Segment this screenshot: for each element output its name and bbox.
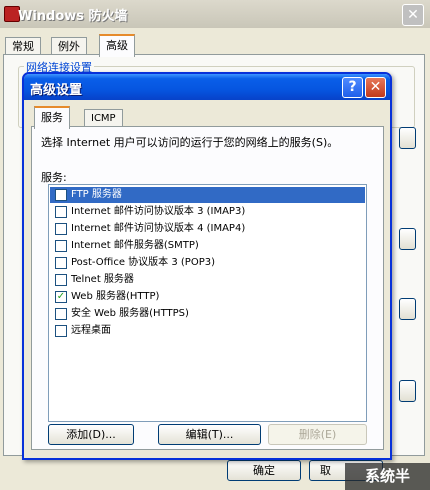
service-checkbox[interactable] bbox=[55, 257, 67, 269]
service-checkbox[interactable] bbox=[55, 206, 67, 218]
tab-advanced[interactable]: 高级 bbox=[99, 34, 135, 57]
service-label: Internet 邮件访问协议版本 4 (IMAP4) bbox=[71, 223, 246, 234]
edit-button[interactable]: 编辑(T)... bbox=[158, 424, 261, 445]
services-label: 服务: bbox=[41, 171, 67, 184]
service-checkbox[interactable] bbox=[55, 308, 67, 320]
service-checkbox[interactable] bbox=[55, 189, 67, 201]
service-item-imap4[interactable]: Internet 邮件访问协议版本 4 (IMAP4) bbox=[50, 221, 365, 237]
dialog-titlebar: 高级设置 ? ✕ bbox=[24, 74, 390, 100]
service-item-remote-desktop[interactable]: 远程桌面 bbox=[50, 323, 365, 339]
service-checkbox[interactable] bbox=[55, 325, 67, 337]
bg-side-button-2[interactable] bbox=[399, 228, 416, 250]
service-label: Internet 邮件访问协议版本 3 (IMAP3) bbox=[71, 206, 246, 217]
service-item-telnet[interactable]: Telnet 服务器 bbox=[50, 272, 365, 288]
service-checkbox[interactable]: ✓ bbox=[55, 291, 67, 303]
service-item-smtp[interactable]: Internet 邮件服务器(SMTP) bbox=[50, 238, 365, 254]
service-label: Post-Office 协议版本 3 (POP3) bbox=[71, 257, 215, 268]
service-checkbox[interactable] bbox=[55, 240, 67, 252]
firewall-titlebar: Windows 防火墙 ✕ bbox=[0, 0, 430, 28]
advanced-settings-dialog: 高级设置 ? ✕ 服务 ICMP 选择 Internet 用户可以访问的运行于您… bbox=[22, 72, 392, 460]
service-label: 安全 Web 服务器(HTTPS) bbox=[71, 308, 189, 319]
service-item-https[interactable]: 安全 Web 服务器(HTTPS) bbox=[50, 306, 365, 322]
firewall-title: Windows 防火墙 bbox=[18, 9, 128, 24]
service-label: FTP 服务器 bbox=[71, 189, 122, 200]
bg-side-button-1[interactable] bbox=[399, 127, 416, 149]
delete-button[interactable]: 删除(E) bbox=[268, 424, 367, 445]
service-checkbox[interactable] bbox=[55, 274, 67, 286]
service-label: Web 服务器(HTTP) bbox=[71, 291, 160, 302]
service-label: 远程桌面 bbox=[71, 325, 111, 336]
tab-icmp[interactable]: ICMP bbox=[84, 109, 123, 127]
bg-side-button-4[interactable] bbox=[399, 380, 416, 402]
service-label: Internet 邮件服务器(SMTP) bbox=[71, 240, 199, 251]
service-item-http[interactable]: ✓ Web 服务器(HTTP) bbox=[50, 289, 365, 305]
tab-general[interactable]: 常规 bbox=[5, 37, 41, 55]
service-item-pop3[interactable]: Post-Office 协议版本 3 (POP3) bbox=[50, 255, 365, 271]
services-listbox[interactable]: FTP 服务器 Internet 邮件访问协议版本 3 (IMAP3) Inte… bbox=[48, 184, 367, 422]
tab-services[interactable]: 服务 bbox=[34, 106, 70, 129]
dialog-close-button[interactable]: ✕ bbox=[365, 77, 386, 98]
service-checkbox[interactable] bbox=[55, 223, 67, 235]
firewall-close-button[interactable]: ✕ bbox=[402, 4, 424, 26]
service-item-imap3[interactable]: Internet 邮件访问协议版本 3 (IMAP3) bbox=[50, 204, 365, 220]
firewall-ok-button[interactable]: 确定 bbox=[227, 460, 301, 481]
service-label: Telnet 服务器 bbox=[71, 274, 134, 285]
tab-exceptions[interactable]: 例外 bbox=[51, 37, 87, 55]
help-button[interactable]: ? bbox=[342, 77, 363, 98]
services-description: 选择 Internet 用户可以访问的运行于您的网络上的服务(S)。 bbox=[41, 136, 339, 149]
add-button[interactable]: 添加(D)... bbox=[48, 424, 134, 445]
dialog-title: 高级设置 bbox=[30, 83, 83, 98]
watermark-logo: 系统半 bbox=[345, 463, 430, 490]
bg-side-button-3[interactable] bbox=[399, 298, 416, 320]
service-item-ftp[interactable]: FTP 服务器 bbox=[50, 187, 365, 203]
